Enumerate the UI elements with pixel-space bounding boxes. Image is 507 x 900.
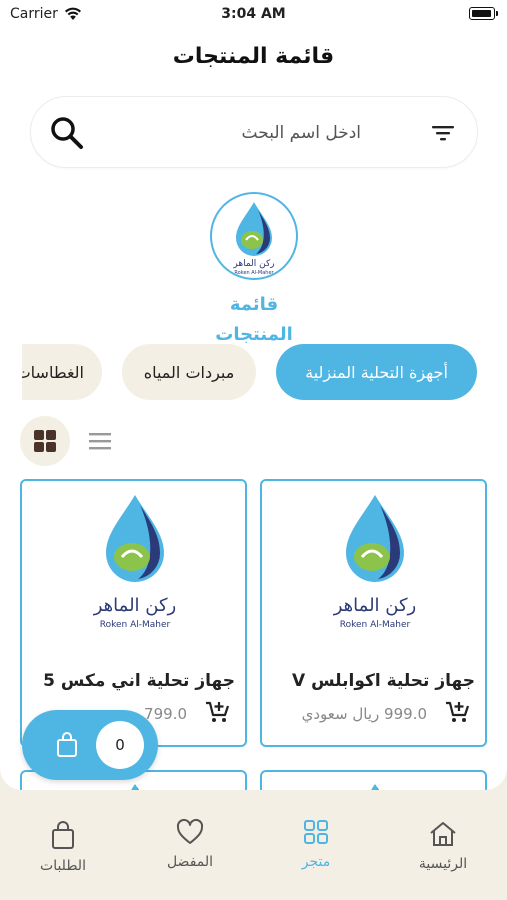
- search-bar: [30, 96, 478, 168]
- cart-count-badge: 0: [96, 721, 144, 769]
- bag-icon: [52, 821, 74, 849]
- nav-store-label: متجر: [301, 854, 331, 870]
- product-logo-text-ar: ركن الماهر: [93, 595, 177, 616]
- product-card[interactable]: [260, 770, 487, 790]
- water-drop-logo-icon: ركن الماهر Roken Al-Maher: [232, 202, 275, 276]
- product-name: جهاز تحلية اكوابلس V: [292, 671, 475, 691]
- nav-store[interactable]: متجر: [266, 818, 366, 870]
- add-to-cart-icon[interactable]: [204, 699, 230, 725]
- nav-home-label: الرئيسية: [418, 856, 468, 872]
- product-logo-text-ar: ركن الماهر: [333, 595, 417, 616]
- shopping-bag-icon: [57, 732, 77, 757]
- product-name: جهاز تحلية اني مكس 5: [43, 671, 235, 691]
- home-icon: [430, 822, 456, 846]
- product-card[interactable]: ركن الماهر Roken Al-Maher جهاز تحلية اكو…: [260, 479, 487, 747]
- search-input[interactable]: [131, 119, 361, 147]
- product-image: ركن الماهر Roken Al-Maher: [93, 495, 177, 630]
- logo-text-ar: ركن الماهر: [232, 259, 274, 269]
- nav-orders-label: الطلبات: [40, 858, 86, 874]
- nav-orders[interactable]: الطلبات: [13, 820, 113, 874]
- nav-favorites-label: المفضل: [166, 854, 214, 870]
- page-title: قائمة المنتجات: [172, 44, 335, 69]
- tab-submersibles[interactable]: الغطاسات: [22, 344, 102, 400]
- status-time: 3:04 AM: [221, 6, 286, 22]
- brand-caption: قائمة المنتجات: [215, 294, 293, 345]
- product-card[interactable]: ركن الماهر Roken Al-Maher جهاز تحلية اني…: [20, 479, 247, 747]
- store-grid-icon: [304, 820, 328, 844]
- product-price: 999.0 ريال سعودي: [301, 705, 427, 723]
- search-icon[interactable]: [49, 115, 85, 151]
- product-price: 799.0: [144, 705, 187, 723]
- filter-icon[interactable]: [431, 123, 455, 143]
- product-image: ركن الماهر Roken Al-Maher: [333, 495, 417, 630]
- cart-fab[interactable]: 0: [22, 710, 158, 780]
- battery-icon: [469, 7, 498, 20]
- tab-water-coolers[interactable]: مبردات المياه: [122, 344, 256, 400]
- nav-favorites[interactable]: المفضل: [140, 818, 240, 870]
- status-bar: Carrier 3:04 AM: [0, 0, 507, 30]
- grid-view-icon: [34, 430, 56, 452]
- category-tabs: أجهزة التحلية المنزلية مبردات المياه الغ…: [22, 344, 487, 402]
- list-view-icon[interactable]: [86, 428, 114, 454]
- grid-view-button[interactable]: [20, 416, 70, 466]
- app-screen: Carrier 3:04 AM قائمة المنتجات ادخل اسم …: [0, 0, 507, 790]
- logo-text-en: Roken Al-Maher: [234, 270, 274, 276]
- brand-logo: ركن الماهر Roken Al-Maher: [210, 192, 298, 280]
- nav-home[interactable]: الرئيسية: [393, 820, 493, 872]
- bottom-navigation: الرئيسية متجر المفضل الطلبات: [0, 790, 507, 900]
- tab-home-desalination[interactable]: أجهزة التحلية المنزلية: [276, 344, 477, 400]
- product-logo-text-en: Roken Al-Maher: [100, 620, 171, 630]
- heart-icon: [176, 818, 204, 844]
- product-logo-text-en: Roken Al-Maher: [340, 620, 411, 630]
- add-to-cart-icon[interactable]: [444, 699, 470, 725]
